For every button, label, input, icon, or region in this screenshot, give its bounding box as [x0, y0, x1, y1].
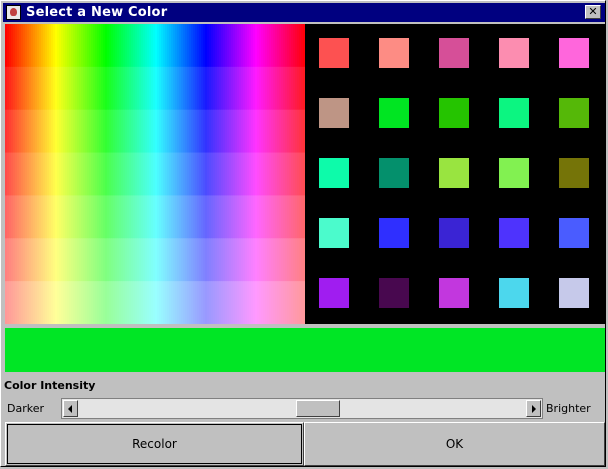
window-title: Select a New Color	[26, 5, 168, 20]
color-swatch[interactable]	[499, 218, 529, 248]
recolor-button[interactable]: Recolor	[5, 422, 304, 466]
color-swatch[interactable]	[319, 218, 349, 248]
slider-thumb[interactable]	[296, 400, 340, 417]
color-swatch[interactable]	[499, 278, 529, 308]
color-swatch[interactable]	[379, 38, 409, 68]
brighter-label: Brighter	[546, 402, 591, 415]
color-spectrum[interactable]	[5, 24, 305, 324]
color-swatch[interactable]	[499, 98, 529, 128]
color-intensity-label: Color Intensity	[4, 379, 96, 392]
slider-right-arrow-icon[interactable]	[526, 400, 541, 417]
ok-button[interactable]: OK	[304, 422, 605, 466]
color-swatch[interactable]	[439, 158, 469, 188]
color-swatch[interactable]	[379, 278, 409, 308]
color-swatch[interactable]	[439, 38, 469, 68]
color-swatch[interactable]	[499, 158, 529, 188]
color-swatch[interactable]	[559, 278, 589, 308]
slider-left-arrow-icon[interactable]	[63, 400, 78, 417]
swatch-grid	[305, 24, 605, 324]
color-swatch[interactable]	[319, 38, 349, 68]
color-swatch[interactable]	[319, 98, 349, 128]
color-swatch[interactable]	[559, 218, 589, 248]
title-bar[interactable]: Select a New Color ✕	[3, 3, 605, 22]
color-swatch[interactable]	[499, 38, 529, 68]
color-swatch[interactable]	[559, 98, 589, 128]
color-swatch[interactable]	[559, 158, 589, 188]
color-swatch[interactable]	[439, 218, 469, 248]
color-swatch[interactable]	[439, 98, 469, 128]
java-cup-icon	[6, 5, 21, 20]
darker-label: Darker	[7, 402, 45, 415]
color-swatch[interactable]	[379, 158, 409, 188]
color-swatch[interactable]	[379, 98, 409, 128]
dialog-window: Select a New Color ✕ Color Intensity Dar…	[0, 0, 606, 467]
color-swatch[interactable]	[379, 218, 409, 248]
close-button[interactable]: ✕	[585, 5, 601, 19]
color-swatch[interactable]	[439, 278, 469, 308]
intensity-slider[interactable]	[61, 398, 543, 419]
color-swatch[interactable]	[559, 38, 589, 68]
color-swatch[interactable]	[319, 158, 349, 188]
color-preview	[5, 328, 605, 372]
color-swatch[interactable]	[319, 278, 349, 308]
